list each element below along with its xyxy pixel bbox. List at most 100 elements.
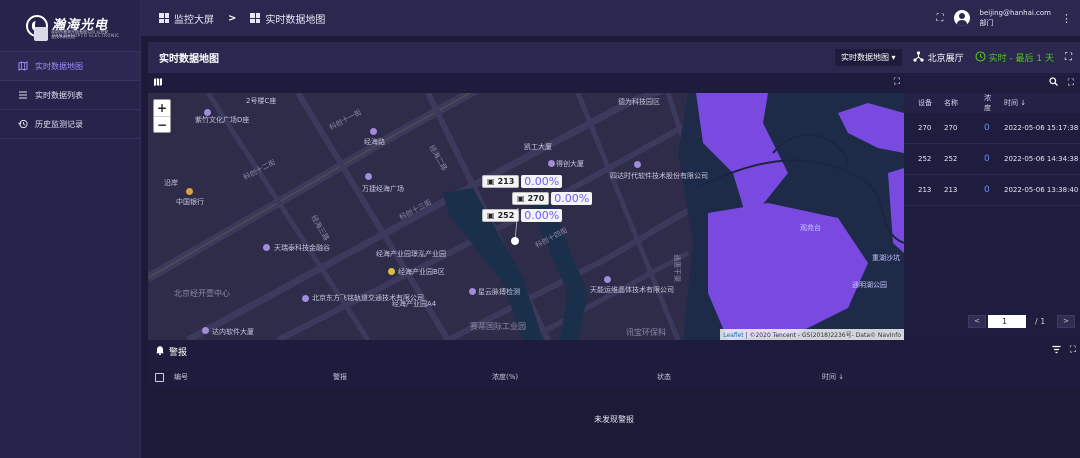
attribution-text: | ©2020 Tencent - GS(2018)2236号- Data© N… [743, 332, 901, 339]
time-range[interactable]: 实时 - 最后 1 天 [975, 50, 1054, 65]
table-row[interactable]: 213 213 0 2022-05-06 13:38:40 [904, 175, 1080, 206]
fullscreen-icon[interactable]: ⛶ [1070, 345, 1076, 357]
map-icon[interactable] [153, 77, 163, 90]
zoom-in-button[interactable]: + [154, 100, 170, 116]
map-label: 经海产业园A4 [392, 300, 437, 308]
map-label: 北京经开壹中心 [174, 289, 230, 298]
map-label: 德为科技园区 [618, 98, 660, 106]
poi-icon [469, 288, 476, 295]
list-icon [18, 90, 28, 100]
prev-page-button[interactable]: < [968, 314, 986, 328]
leaflet-link[interactable]: Leaflet [723, 332, 743, 339]
breadcrumb-current: 实时数据地图 [265, 14, 326, 26]
institute-icon [34, 27, 48, 41]
map-label: 天瑞泰科技金融谷 [274, 244, 330, 252]
filter-icon[interactable] [1052, 345, 1061, 357]
search-icon[interactable] [1049, 77, 1058, 89]
map-label: 星云脉搏检测 [478, 288, 520, 296]
cell-concentration: 0 [984, 185, 990, 195]
road-label: 通惠干渠 [673, 254, 681, 282]
breadcrumb-dashboard[interactable]: 监控大屏 [174, 11, 214, 26]
column-header[interactable]: 编号 [174, 372, 188, 382]
logo: 瀚海光电 HAN HAI OPTO ELECTRONIC [0, 0, 140, 52]
select-all-checkbox[interactable] [155, 372, 164, 382]
breadcrumb: 监控大屏 > 实时数据地图 [159, 11, 325, 26]
panel-header: 实时数据地图 实时数据地图 ▾ 北京展厅 实时 - 最后 1 天 ⛶ [148, 42, 1080, 73]
dashboard-icon [159, 13, 169, 23]
alarm-table-header: 编号 警报 浓度(%) 状态 时间 ↓ [148, 368, 1080, 386]
map-label: 得创大厦 [556, 160, 584, 168]
poi-icon [634, 161, 641, 168]
zoom-out-button[interactable]: − [154, 116, 170, 132]
fullscreen-icon[interactable]: ⛶ [894, 77, 900, 87]
alarm-section: 警报 ⛶ 编号 警报 浓度(%) 状态 时间 ↓ 未发现警报 [148, 340, 1080, 458]
sidebar: 瀚海光电 HAN HAI OPTO ELECTRONIC 深圳市瀚海光电有限公司… [0, 0, 141, 458]
sensor-percent: 0.00% [521, 175, 563, 188]
table-row[interactable]: 270 270 0 2022-05-06 15:17:38 [904, 113, 1080, 144]
map-label: 凯工大厦 [524, 143, 552, 151]
main-panel: 实时数据地图 实时数据地图 ▾ 北京展厅 实时 - 最后 1 天 ⛶ ⛶ 紫竹文… [148, 42, 1080, 458]
column-header[interactable]: 浓度 [968, 93, 995, 113]
sensor-percent: 0.00% [551, 192, 593, 205]
fullscreen-icon[interactable]: ⛶ [1068, 78, 1074, 88]
column-header[interactable]: 名称 [934, 98, 968, 108]
avatar[interactable] [953, 10, 970, 26]
column-header[interactable]: 警报 [333, 372, 347, 382]
empty-state: 未发现警报 [594, 415, 634, 424]
sidebar-item-history[interactable]: 历史监测记录 [0, 110, 140, 139]
map-label: 重湖沙坑 [872, 254, 900, 262]
map-label: 观苑台 [800, 224, 821, 232]
map-label: 通明湖公园 [852, 281, 887, 289]
view-select[interactable]: 实时数据地图 ▾ [835, 49, 902, 66]
sensor-marker[interactable]: ▣ 270 0.00% [512, 192, 593, 205]
cell-name: 252 [944, 155, 958, 163]
pagination: < 1 / 1 > [904, 314, 1080, 328]
panel-title: 实时数据地图 [159, 54, 219, 65]
bell-icon [155, 345, 165, 358]
sensor-icon: ▣ [487, 211, 495, 220]
map-label: 经海产业园B区 [398, 268, 445, 276]
map-icon [18, 61, 28, 71]
poi-icon [548, 160, 555, 167]
column-header[interactable]: 设备 [904, 98, 934, 108]
cell-time: 2022-05-06 15:17:38 [1004, 124, 1079, 132]
poi-icon [302, 295, 309, 302]
fullscreen-icon[interactable]: ⛶ [937, 13, 944, 24]
cell-concentration: 0 [984, 123, 990, 133]
road-label: 赛蒂国际工业园 [470, 322, 526, 331]
user-info[interactable]: beijing@hanhai.com 部门 [980, 8, 1051, 28]
column-header[interactable]: 时间 ↓ [822, 372, 844, 382]
sensor-marker[interactable]: ▣ 252 0.00% [482, 209, 563, 222]
map-toolbar: ⛶ [148, 73, 904, 93]
next-page-button[interactable]: > [1057, 314, 1075, 328]
table-row[interactable]: 252 252 0 2022-05-06 14:34:38 [904, 144, 1080, 175]
map-label: 四达时代软件技术股份有限公司 [610, 172, 708, 180]
poi-icon [604, 276, 611, 283]
venue-selector[interactable]: 北京展厅 [912, 50, 964, 65]
map-label: 经海产业园璟泓产业园 [376, 250, 446, 258]
sensor-marker[interactable]: ▣ 213 0.00% [482, 175, 563, 188]
column-header[interactable]: 时间 ↓ [995, 98, 1080, 108]
map-section: ⛶ 紫竹文化广场D座 2号楼C座 经海路 沿岸 中国银行 万捷经海广场 天瑞泰科… [148, 73, 904, 340]
map-label: 万捷经海广场 [362, 185, 404, 193]
road-label: 讯宝环保科 [626, 328, 666, 337]
poi-icon [370, 128, 377, 135]
page-input[interactable]: 1 [988, 314, 1026, 328]
map-canvas[interactable]: 紫竹文化广场D座 2号楼C座 经海路 沿岸 中国银行 万捷经海广场 天瑞泰科技金… [148, 93, 904, 340]
cell-device: 252 [918, 155, 932, 163]
zoom-control: + − [153, 99, 171, 133]
sidebar-item-list[interactable]: 实时数据列表 [0, 81, 140, 110]
map-label: 达内软件大厦 [212, 328, 254, 336]
user-dept: 部门 [979, 19, 994, 27]
map-label: 紫竹文化广场D座 [195, 116, 250, 124]
column-header[interactable]: 浓度(%) [492, 372, 518, 382]
fullscreen-icon[interactable]: ⛶ [1065, 52, 1072, 63]
sensor-icon: ▣ [517, 194, 525, 203]
more-menu-icon[interactable]: ⋮ [1061, 12, 1072, 25]
column-header[interactable]: 状态 [657, 372, 671, 382]
poi-icon [204, 109, 211, 116]
dashboard-icon [250, 13, 261, 23]
sidebar-item-map[interactable]: 实时数据地图 [0, 52, 140, 81]
sensor-id: 270 [527, 194, 545, 203]
bank-icon [186, 188, 193, 195]
